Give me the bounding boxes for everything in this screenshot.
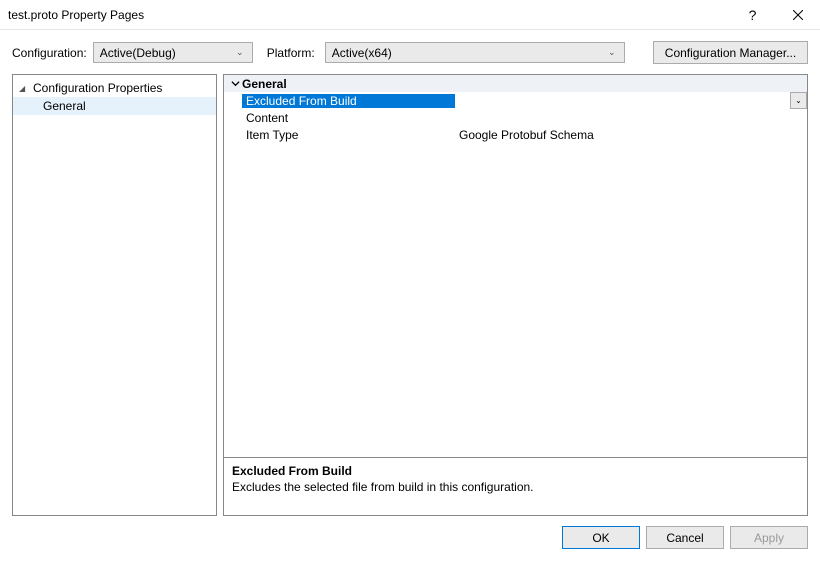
config-toolbar: Configuration: Active(Debug) ⌄ Platform:… <box>0 30 820 74</box>
configuration-label: Configuration: <box>12 46 87 60</box>
property-row-excluded-from-build[interactable]: Excluded From Build ⌄ <box>224 92 807 109</box>
apply-button: Apply <box>730 526 808 549</box>
tree-root-item[interactable]: Configuration Properties <box>13 79 216 97</box>
configuration-dropdown[interactable]: Active(Debug) ⌄ <box>93 42 253 63</box>
chevron-down-icon <box>228 79 242 88</box>
description-pane: Excluded From Build Excludes the selecte… <box>223 458 808 516</box>
close-icon <box>793 10 803 20</box>
window-title: test.proto Property Pages <box>8 8 730 22</box>
chevron-down-icon: ⌄ <box>604 47 620 58</box>
property-row-content[interactable]: Content <box>224 109 807 126</box>
property-row-item-type[interactable]: Item Type Google Protobuf Schema <box>224 126 807 143</box>
platform-dropdown[interactable]: Active(x64) ⌄ <box>325 42 625 63</box>
platform-value: Active(x64) <box>332 46 604 60</box>
main-area: Configuration Properties General General… <box>0 74 820 516</box>
property-value: Google Protobuf Schema <box>455 128 807 142</box>
chevron-down-icon[interactable]: ⌄ <box>790 92 807 109</box>
property-value-dropdown[interactable]: ⌄ <box>455 92 807 109</box>
titlebar: test.proto Property Pages ? <box>0 0 820 30</box>
properties-panel: General Excluded From Build ⌄ Content It… <box>223 74 808 516</box>
description-title: Excluded From Build <box>232 464 799 478</box>
property-name: Content <box>242 111 455 125</box>
ok-button[interactable]: OK <box>562 526 640 549</box>
configuration-value: Active(Debug) <box>100 46 232 60</box>
chevron-down-icon: ⌄ <box>232 47 248 58</box>
dialog-buttons: OK Cancel Apply <box>0 516 820 559</box>
configuration-manager-button[interactable]: Configuration Manager... <box>653 41 808 64</box>
tree-panel[interactable]: Configuration Properties General <box>12 74 217 516</box>
help-button[interactable]: ? <box>730 0 775 30</box>
cancel-button[interactable]: Cancel <box>646 526 724 549</box>
property-name: Excluded From Build <box>242 94 455 108</box>
property-group-header[interactable]: General <box>224 75 807 92</box>
close-button[interactable] <box>775 0 820 30</box>
description-text: Excludes the selected file from build in… <box>232 480 799 494</box>
property-grid: General Excluded From Build ⌄ Content It… <box>223 74 808 458</box>
tree-child-general[interactable]: General <box>13 97 216 115</box>
platform-label: Platform: <box>267 46 315 60</box>
property-name: Item Type <box>242 128 455 142</box>
